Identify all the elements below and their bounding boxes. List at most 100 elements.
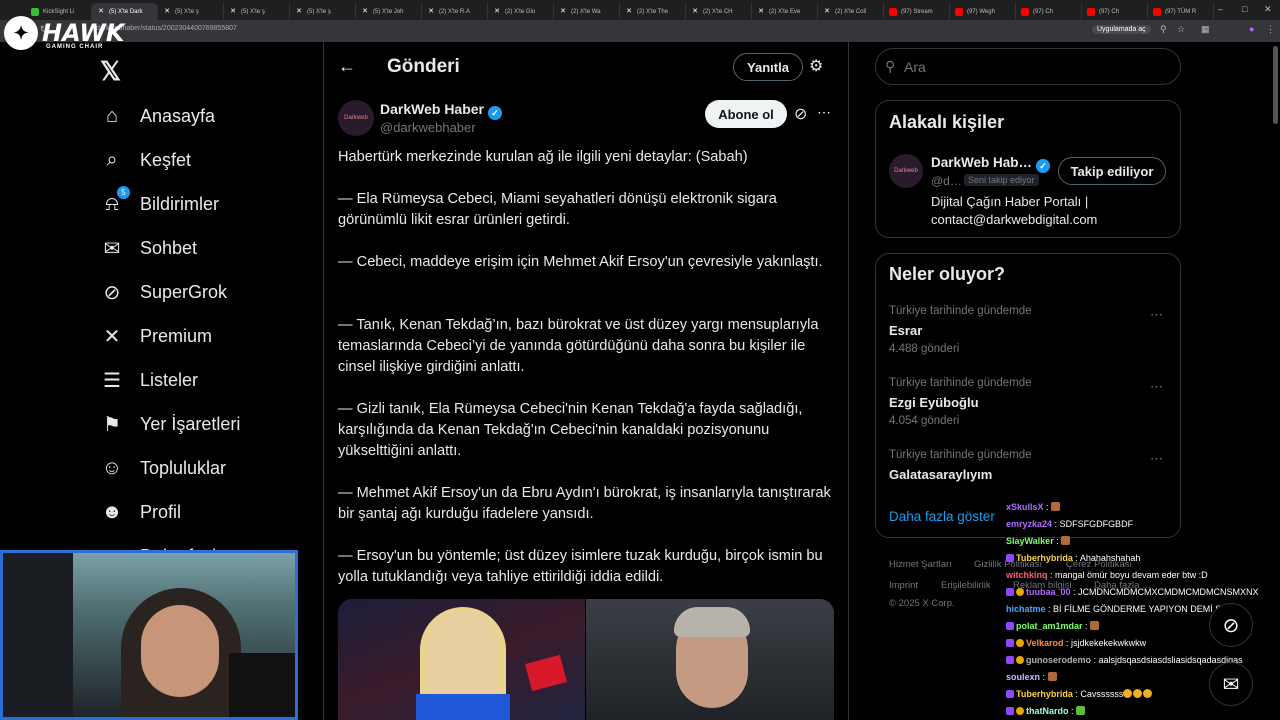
- browser-tab[interactable]: ✕ (2) X'te R.A: [422, 3, 488, 20]
- footer-link[interactable]: Erişilebilirlik: [941, 580, 991, 591]
- chat-username: tuubaa_00: [1026, 587, 1071, 597]
- chat-message: soulexn :: [1006, 672, 1057, 683]
- nav-item[interactable]: ☺ Topluluklar: [100, 453, 226, 483]
- nav-item-label: Yer İşaretleri: [140, 413, 241, 434]
- messages-fab-icon[interactable]: ✉: [1209, 662, 1253, 706]
- bell-icon: ⍾ 5: [100, 186, 130, 216]
- trend-more-icon[interactable]: ⋯: [1150, 379, 1163, 395]
- close-window-icon[interactable]: ✕: [1264, 4, 1272, 15]
- chat-separator: :: [1063, 638, 1072, 648]
- chat-message: hichatme : Bİ FİLME GÖNDERME YAPIYON DEM…: [1006, 604, 1240, 615]
- footer-link[interactable]: Imprint: [889, 580, 918, 591]
- x-favicon-icon: ✕: [230, 7, 236, 15]
- browser-tab[interactable]: (97) Ch: [1082, 3, 1148, 20]
- page-title: Gönderi: [387, 56, 460, 77]
- nav-item[interactable]: ⌕ Keşfet: [100, 145, 191, 175]
- trend-name[interactable]: Esrar: [889, 323, 922, 338]
- browser-tab[interactable]: ✕ (2) X'te Wa: [554, 3, 620, 20]
- nav-item[interactable]: ☰ Listeler: [100, 365, 198, 395]
- chat-text: Ahahahshahah: [1079, 553, 1141, 563]
- sub-badge-icon: [1006, 639, 1014, 647]
- show-more-link[interactable]: Daha fazla göster: [889, 509, 995, 524]
- browser-tab[interactable]: ✕ (5) X'te ş: [158, 3, 224, 20]
- nav-item[interactable]: ✉ Sohbet: [100, 233, 197, 263]
- post-paragraph: — Tanık, Kenan Tekdağ’ın, bazı bürokrat …: [338, 317, 819, 375]
- x-favicon-icon: ✕: [296, 7, 302, 15]
- media-image-man[interactable]: [585, 599, 834, 720]
- author-name-text[interactable]: DarkWeb Haber: [380, 101, 484, 117]
- nav-item[interactable]: ☻ Profil: [100, 497, 181, 527]
- browser-tab-label: (97) TÜM R: [1165, 8, 1197, 15]
- grok-fab-icon[interactable]: ⊘: [1209, 603, 1253, 647]
- browser-tab[interactable]: ✕ (2) X'te Glo: [488, 3, 554, 20]
- filter-settings-icon[interactable]: ⚙: [809, 56, 823, 76]
- chat-username: xSkullsX: [1006, 502, 1044, 512]
- trend-name[interactable]: Ezgi Eyüboğlu: [889, 395, 979, 410]
- nav-item[interactable]: ⌂ Anasayfa: [100, 101, 215, 131]
- chat-separator: :: [1043, 502, 1052, 512]
- star-icon[interactable]: ☆: [1177, 24, 1185, 35]
- reply-button[interactable]: Yanıtla: [733, 53, 803, 81]
- chat-message: witchkinq : mangal ömür boyu devam eder …: [1006, 570, 1208, 581]
- author-name[interactable]: DarkWeb Haber ✓: [380, 101, 503, 120]
- maximize-icon[interactable]: □: [1242, 4, 1247, 14]
- chat-separator: :: [1052, 519, 1060, 529]
- list-icon: ☰: [103, 369, 121, 392]
- related-people-title: Alakalı kişiler: [889, 112, 1005, 132]
- chat-message: tuubaa_00 : JCMDNCMDMCMXCMDMCMDMCNSMXNX: [1006, 587, 1259, 598]
- browser-tab[interactable]: ✕ (2) X'te The: [620, 3, 686, 20]
- trend-more-icon[interactable]: ⋯: [1150, 451, 1163, 467]
- gift-badge-icon: [1016, 707, 1024, 715]
- author-handle[interactable]: @darkwebhaber: [380, 120, 476, 135]
- post-paragraph: — Ela Rümeysa Cebeci, Miami seyahatleri …: [338, 191, 777, 228]
- extensions-icon[interactable]: ▦: [1201, 24, 1210, 35]
- trend-name[interactable]: Galatasaraylıyım: [889, 467, 992, 482]
- browser-tab[interactable]: ✕ (5) X'te ş: [224, 3, 290, 20]
- chat-message: xSkullsX :: [1006, 502, 1061, 513]
- browser-tab[interactable]: ✕ (5) X'te ş: [290, 3, 356, 20]
- nav-item[interactable]: ✕ Premium: [100, 321, 212, 351]
- webcam-door-shape: [3, 553, 73, 717]
- browser-tab[interactable]: (97) Wegh: [950, 3, 1016, 20]
- nav-item[interactable]: ⍾ 5 Bildirimler: [100, 186, 219, 219]
- nav-item[interactable]: ⊘ SuperGrok: [100, 277, 227, 307]
- x-logo-icon[interactable]: 𝕏: [100, 56, 121, 87]
- x-favicon-icon: ✕: [494, 7, 500, 15]
- menu-icon[interactable]: ⋮: [1266, 24, 1275, 35]
- author-avatar[interactable]: Darkweb: [338, 100, 374, 136]
- zoom-icon[interactable]: ⚲: [1160, 24, 1167, 35]
- grok-icon[interactable]: ⊘: [794, 104, 807, 124]
- browser-tab[interactable]: ✕ (2) X'te CH: [686, 3, 752, 20]
- x-favicon-icon: ✕: [428, 7, 434, 15]
- browser-tab[interactable]: (97) TÜM R: [1148, 3, 1214, 20]
- chat-message: Tuberhybrida : Ahahahshahah: [1006, 553, 1140, 564]
- nav-item[interactable]: ⚑ Yer İşaretleri: [100, 409, 240, 439]
- browser-tab[interactable]: ✕ (2) X'te Eve: [752, 3, 818, 20]
- trend-more-icon[interactable]: ⋯: [1150, 307, 1163, 323]
- browser-tab[interactable]: (97) Ch: [1016, 3, 1082, 20]
- related-name-text[interactable]: DarkWeb Hab…: [931, 155, 1032, 170]
- chat-username: emryzka24: [1006, 519, 1053, 529]
- related-avatar[interactable]: Darkweb: [889, 154, 923, 188]
- open-in-app-button[interactable]: Uygulamada aç: [1092, 25, 1151, 34]
- more-options-icon[interactable]: ⋯: [817, 104, 831, 121]
- following-button[interactable]: Takip ediliyor: [1058, 157, 1166, 185]
- browser-tab-bar: KickSight Li ✕ (5) X'te Dark ✕ (5) X'te ş ✕ (5…: [0, 0, 1280, 20]
- back-arrow-icon[interactable]: ←: [338, 56, 356, 77]
- browser-tab[interactable]: ✕ (2) X'te Coll: [818, 3, 884, 20]
- post-media[interactable]: [338, 599, 834, 720]
- subscribe-button[interactable]: Abone ol: [705, 100, 787, 128]
- communities-icon: ☺: [101, 456, 123, 479]
- x-favicon-icon: ✕: [362, 7, 368, 15]
- youtube-icon: [1021, 7, 1029, 16]
- related-name[interactable]: DarkWeb Hab… ✓: [931, 155, 1051, 173]
- media-image-woman[interactable]: [338, 599, 585, 720]
- page-scrollbar[interactable]: [1273, 46, 1278, 124]
- profile-avatar-icon[interactable]: ●: [1249, 24, 1254, 34]
- minimize-icon[interactable]: –: [1218, 4, 1223, 14]
- related-handle[interactable]: @d…: [931, 174, 962, 188]
- browser-tab[interactable]: ✕ (5) X'te Joh: [356, 3, 422, 20]
- footer-link[interactable]: Hizmet Şartları: [889, 559, 952, 570]
- chat-message: Velkarod : jsjdkekekekwkwkw: [1006, 638, 1146, 649]
- browser-tab[interactable]: (97) Stream: [884, 3, 950, 20]
